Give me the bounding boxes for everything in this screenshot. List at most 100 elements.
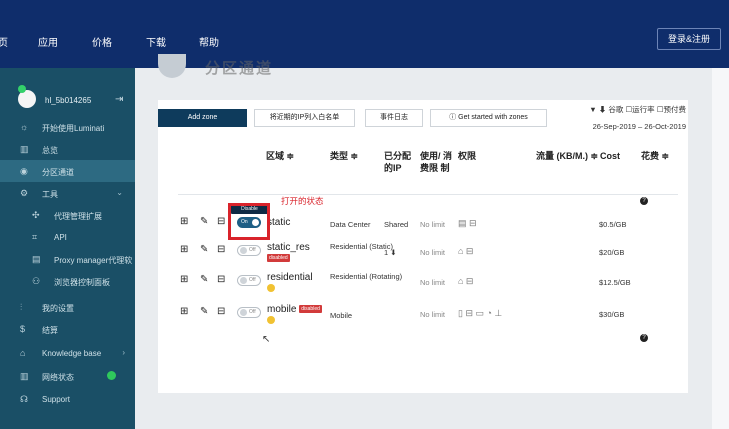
sidebar-item-browser-panel[interactable]: ⚇ 浏览器控制面板 [0,270,135,292]
edit-icon[interactable]: ✎ [200,244,208,255]
zone-name[interactable]: static_res disabled [267,242,310,264]
sidebar-item-proxy-manager[interactable]: ▤ Proxy manager代理软 [0,248,135,270]
sidebar-item-label: 总览 [42,146,58,155]
sidebar-item-network-status[interactable]: ▥ 网络状态 [0,365,135,387]
zone-name[interactable]: mobile disabled [267,304,322,326]
sidebar-item-zones[interactable]: ◉ 分区通道 [0,160,135,182]
zone-limit: No limit [420,248,446,257]
puzzle-icon: ✣ [32,210,40,220]
stats-icon[interactable]: ⊞ [180,216,188,227]
delete-icon[interactable]: ⊟ [217,306,225,317]
filter-tools[interactable]: ▼ ⬇ 谷歌 ☐运行率 ☐预付费 [589,104,686,115]
delete-icon[interactable]: ⊟ [217,274,225,285]
username: hl_5b014265 [45,96,92,105]
sidebar-item-label: 浏览器控制面板 [54,278,110,287]
sidebar-item-proxy-extension[interactable]: ✣ 代理管理扩展 [0,204,135,226]
date-range[interactable]: 26-Sep-2019 – 26-Oct-2019 [593,122,686,131]
sidebar-item-label: 工具 [42,190,58,199]
get-started-button[interactable]: ⓘ Get started with zones [430,109,547,127]
permission-icons: ⌂ ⊟ [458,246,474,256]
toggle-label: Off [249,247,256,253]
toggle-knob [240,277,247,284]
sidebar-item-label: 我的设置 [42,304,74,313]
zone-toggle[interactable]: Off [237,275,261,286]
graduation-cap-icon: ⌂ [20,348,26,358]
zone-cost: $0.5/GB [599,220,627,229]
chevron-down-icon: ⌄ [116,188,123,197]
zone-cost: $12.5/GB [599,278,631,287]
sidebar-item-overview[interactable]: ▥ 总览 [0,138,135,160]
delete-icon[interactable]: ⊟ [217,216,225,227]
stats-icon[interactable]: ⊞ [180,244,188,255]
delete-icon[interactable]: ⊟ [217,244,225,255]
sidebar-item-support[interactable]: ☊ Support [0,388,135,410]
nav-item-help[interactable]: 帮助 [199,34,219,49]
help-icon[interactable]: ? [640,197,648,205]
disabled-badge: disabled [299,305,322,314]
chevron-right-icon: › [122,348,125,357]
header-traffic[interactable]: 流量 (KB/M.) ≑ [536,150,598,162]
sidebar-item-getting-started[interactable]: ☼ 开始使用Luminati [0,116,135,138]
zone-name-text: static_res [267,242,310,253]
logout-icon[interactable]: ⇥ [115,94,123,105]
toggle-label: Off [249,277,256,283]
top-navigation: 页 应用 价格 下载 帮助 登录&注册 [0,0,729,68]
zone-toggle[interactable]: Off [237,307,261,318]
sidebar-item-settings[interactable]: ⫶ 我的设置 [0,296,135,318]
header-zone[interactable]: 区域 ≑ [266,150,294,162]
mouse-cursor-icon: ↖ [262,334,271,345]
nav-item-apps[interactable]: 应用 [38,34,58,49]
edit-icon[interactable]: ✎ [200,306,208,317]
sidebar-item-label: 网络状态 [42,373,74,382]
header-assigned-ip: 已分配 的IP [384,151,412,173]
nav-item-download[interactable]: 下载 [146,34,166,49]
annotation-text: 打开的状态 [281,196,324,206]
sidebar-item-label: 分区通道 [42,168,74,177]
zone-ip[interactable]: 1 ⬇ [384,248,397,257]
header-spend[interactable]: 花费 ≑ [641,150,669,162]
zone-name[interactable]: static [267,217,290,228]
sidebar-item-knowledge-base[interactable]: ⌂ Knowledge base › [0,342,135,364]
zone-name-text: mobile [267,304,297,315]
sidebar: hl_5b014265 ⇥ ☼ 开始使用Luminati ▥ 总览 ◉ 分区通道… [0,68,135,429]
zones-panel: Add zone 将近期的IP列入白名单 事件日志 ⓘ Get started … [158,100,688,393]
login-register-button[interactable]: 登录&注册 [657,28,721,50]
zones-logo-icon [158,54,186,78]
online-status-dot [18,85,26,93]
sidebar-item-tools[interactable]: ⚙ 工具 ⌄ [0,182,135,204]
sidebar-item-billing[interactable]: $ 结算 [0,318,135,340]
server-icon: ▤ [32,254,41,264]
whitelist-recent-ips-button[interactable]: 将近期的IP列入白名单 [254,109,355,127]
code-icon: ⌗ [32,232,38,242]
zone-type: Residential (Rotating) [330,272,403,281]
dollar-icon: $ [20,324,26,334]
stats-icon[interactable]: ⊞ [180,306,188,317]
sidebar-item-label: API [54,233,67,242]
zone-name[interactable]: residential [267,272,313,294]
edit-icon[interactable]: ✎ [200,216,208,227]
zone-cost: $20/GB [599,248,625,257]
edit-icon[interactable]: ✎ [200,274,208,285]
status-indicator-dot [107,371,116,380]
header-type[interactable]: 类型 ≑ [330,150,358,162]
zone-limit: No limit [420,220,446,229]
nav-item-pricing[interactable]: 价格 [92,34,112,49]
nav-item-home[interactable]: 页 [0,34,8,49]
right-scroll-area[interactable] [712,68,729,429]
zone-toggle[interactable]: Off [237,245,261,256]
sidebar-item-label: Proxy manager代理软 [54,256,133,265]
add-zone-button[interactable]: Add zone [158,109,247,127]
toggle-highlight-box [228,203,270,240]
toggle-label: Off [249,309,256,315]
users-icon: ⚇ [32,276,41,286]
event-log-button[interactable]: 事件日志 [365,109,423,127]
zone-limit: No limit [420,278,446,287]
permission-icons: ⌂ ⊟ [458,276,474,286]
location-pin-icon: ◉ [20,166,28,176]
toggle-knob [240,309,247,316]
zone-ip: Shared [384,220,409,229]
stats-icon[interactable]: ⊞ [180,274,188,285]
help-icon[interactable]: ? [640,334,648,342]
sidebar-item-api[interactable]: ⌗ API [0,226,135,248]
get-started-label: Get started with zones [458,114,528,121]
